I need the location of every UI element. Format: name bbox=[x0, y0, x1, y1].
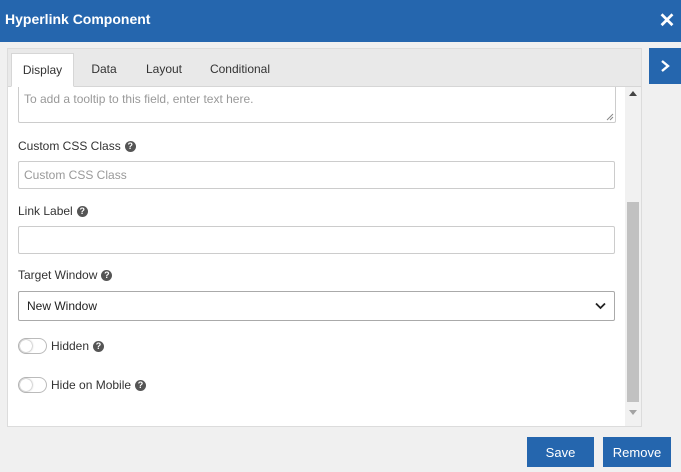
expand-panel-button[interactable] bbox=[649, 48, 681, 84]
link-label-input[interactable] bbox=[18, 226, 615, 254]
custom-css-label-text: Custom CSS Class bbox=[18, 139, 121, 153]
remove-button[interactable]: Remove bbox=[603, 437, 671, 467]
target-window-label-text: Target Window bbox=[18, 268, 98, 282]
custom-css-input[interactable] bbox=[18, 161, 615, 189]
custom-css-label: Custom CSS Class ? bbox=[18, 139, 136, 153]
hide-on-mobile-label: Hide on Mobile ? bbox=[51, 378, 147, 392]
toggle-knob bbox=[20, 340, 32, 352]
chevron-right-icon bbox=[661, 60, 670, 72]
help-icon[interactable]: ? bbox=[124, 140, 136, 152]
hidden-label: Hidden ? bbox=[51, 339, 105, 353]
scroll-down-arrow-icon[interactable] bbox=[629, 410, 637, 415]
help-icon[interactable]: ? bbox=[76, 205, 88, 217]
dialog-header: Hyperlink Component ✕ bbox=[0, 0, 681, 42]
tooltip-placeholder: To add a tooltip to this field, enter te… bbox=[24, 92, 254, 106]
toggle-knob bbox=[20, 379, 32, 391]
hidden-label-text: Hidden bbox=[51, 339, 90, 353]
tab-data[interactable]: Data bbox=[78, 53, 130, 87]
link-label-label: Link Label ? bbox=[18, 204, 88, 218]
target-window-value: New Window bbox=[27, 299, 98, 313]
chevron-down-icon bbox=[595, 302, 606, 310]
dialog-title: Hyperlink Component bbox=[5, 11, 151, 27]
tab-content: To add a tooltip to this field, enter te… bbox=[8, 87, 625, 426]
link-label-label-text: Link Label bbox=[18, 204, 73, 218]
tab-bar: Display Data Layout Conditional bbox=[8, 49, 641, 87]
hidden-toggle[interactable] bbox=[18, 338, 47, 354]
scroll-thumb[interactable] bbox=[627, 202, 639, 402]
target-window-select[interactable]: New Window bbox=[18, 291, 615, 321]
resize-grip-icon[interactable] bbox=[606, 113, 614, 121]
tooltip-textarea[interactable]: To add a tooltip to this field, enter te… bbox=[18, 87, 616, 123]
tab-layout[interactable]: Layout bbox=[134, 53, 194, 87]
help-icon[interactable]: ? bbox=[101, 269, 113, 281]
tab-display[interactable]: Display bbox=[11, 53, 74, 87]
save-button[interactable]: Save bbox=[527, 437, 594, 467]
hide-on-mobile-toggle[interactable] bbox=[18, 377, 47, 393]
hide-on-mobile-label-text: Hide on Mobile bbox=[51, 378, 132, 392]
scroll-up-arrow-icon[interactable] bbox=[629, 91, 637, 96]
help-icon[interactable]: ? bbox=[93, 340, 105, 352]
tab-conditional[interactable]: Conditional bbox=[198, 53, 282, 87]
hidden-toggle-row[interactable]: Hidden ? bbox=[18, 338, 105, 354]
component-settings-panel: Display Data Layout Conditional To add a… bbox=[7, 48, 642, 427]
vertical-scrollbar[interactable] bbox=[625, 87, 641, 426]
target-window-label: Target Window ? bbox=[18, 268, 113, 282]
hide-on-mobile-toggle-row[interactable]: Hide on Mobile ? bbox=[18, 377, 147, 393]
close-icon[interactable]: ✕ bbox=[657, 10, 677, 32]
help-icon[interactable]: ? bbox=[135, 379, 147, 391]
